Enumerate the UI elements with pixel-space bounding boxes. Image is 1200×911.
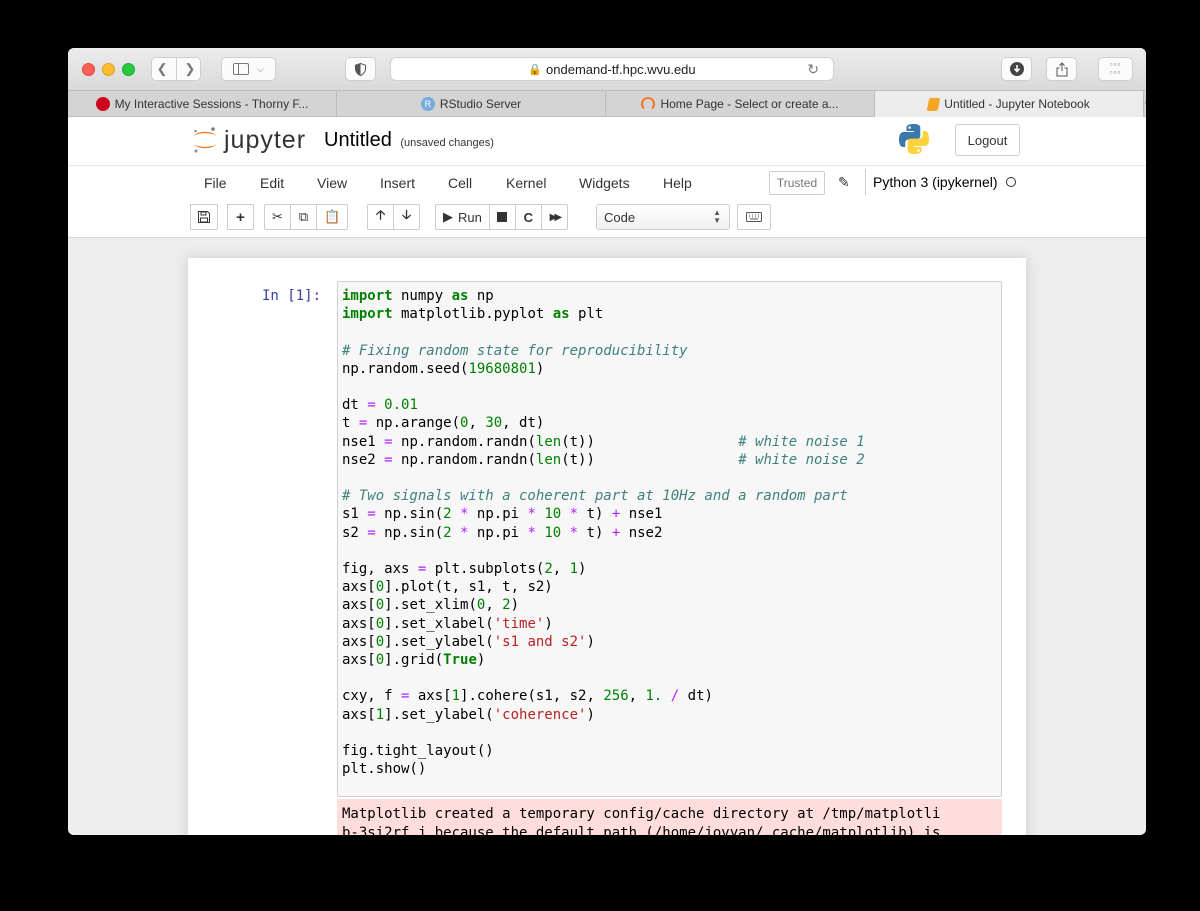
- logout-button[interactable]: Logout: [955, 124, 1020, 156]
- share-button[interactable]: [1046, 57, 1077, 81]
- browser-tab-home[interactable]: Home Page - Select or create a...: [606, 91, 875, 117]
- menu-insert[interactable]: Insert: [380, 166, 415, 199]
- cell-type-select[interactable]: Code ▲ ▼: [596, 204, 730, 230]
- python-logo-icon: [899, 124, 929, 154]
- minimize-window-button[interactable]: [102, 63, 115, 76]
- browser-tab-label: RStudio Server: [439, 97, 522, 111]
- shield-icon: [355, 62, 366, 76]
- run-label: Run: [458, 209, 482, 225]
- privacy-report-button[interactable]: [345, 57, 376, 81]
- keyboard-icon: [746, 212, 762, 222]
- stop-icon: [497, 212, 508, 222]
- share-icon: [1056, 61, 1067, 76]
- paste-button[interactable]: 📋: [316, 204, 349, 230]
- notebook-toolbar: + ✂ ⧉ 📋 🡡 🡣 ▶ Run C ▶▶ Code ▲ ▼: [68, 198, 1146, 238]
- restart-button[interactable]: C: [514, 204, 542, 230]
- notebook-title[interactable]: Untitled (unsaved changes): [324, 129, 494, 152]
- jupyter-header: jupyter Untitled (unsaved changes) Logou…: [68, 117, 1146, 165]
- browser-tab-sessions[interactable]: My Interactive Sessions - Thorny F...: [68, 91, 337, 117]
- kernel-indicator: Python 3 (ipykernel): [865, 169, 1016, 195]
- arrow-down-icon: 🡣: [401, 207, 412, 222]
- browser-tab-label: My Interactive Sessions - Thorny F...: [114, 97, 309, 111]
- scissors-icon: ✂: [272, 209, 283, 224]
- ood-favicon-icon: [95, 97, 110, 111]
- browser-tab-label: Home Page - Select or create a...: [660, 97, 839, 111]
- sidebar-button[interactable]: ⌵: [221, 57, 276, 81]
- zoom-window-button[interactable]: [122, 63, 135, 76]
- notebook-name[interactable]: Untitled: [324, 129, 392, 151]
- menu-widgets[interactable]: Widgets: [579, 166, 630, 199]
- download-icon: [1009, 62, 1024, 76]
- browser-window: ❮ ❯ ⌵ 🔒 ondemand-tf.hpc.wvu.edu ↻ ▫▫▫ ▫▫▫: [68, 48, 1146, 835]
- browser-tab-label: Untitled - Jupyter Notebook: [944, 97, 1090, 111]
- page-content: jupyter Untitled (unsaved changes) Logou…: [68, 117, 1146, 835]
- grid-icon: ▫▫▫ ▫▫▫: [1109, 60, 1122, 77]
- input-prompt: In [1]:: [262, 288, 322, 304]
- menu-file[interactable]: File: [204, 166, 227, 199]
- close-window-button[interactable]: [82, 63, 95, 76]
- code-cell-input[interactable]: import numpy as np import matplotlib.pyp…: [337, 281, 1002, 797]
- move-up-button[interactable]: 🡡: [367, 204, 394, 230]
- cut-button[interactable]: ✂: [264, 204, 291, 230]
- browser-titlebar: ❮ ❯ ⌵ 🔒 ondemand-tf.hpc.wvu.edu ↻ ▫▫▫ ▫▫▫: [68, 48, 1146, 90]
- url-text: ondemand-tf.hpc.wvu.edu: [546, 61, 696, 77]
- forward-icon[interactable]: ❯: [185, 61, 196, 77]
- menu-help[interactable]: Help: [663, 166, 692, 199]
- cell-type-value: Code: [604, 209, 636, 225]
- code-editor[interactable]: import numpy as np import matplotlib.pyp…: [342, 287, 865, 778]
- menu-cell[interactable]: Cell: [448, 166, 472, 199]
- arrow-up-icon: 🡡: [375, 207, 386, 222]
- browser-tabs: My Interactive Sessions - Thorny F... R …: [68, 90, 1146, 117]
- kernel-status-icon: [1005, 177, 1016, 187]
- browser-tab-notebook[interactable]: Untitled - Jupyter Notebook: [875, 91, 1144, 117]
- copy-button[interactable]: ⧉: [290, 204, 317, 230]
- command-palette-button[interactable]: [737, 204, 771, 230]
- menu-edit[interactable]: Edit: [260, 166, 284, 199]
- restart-icon: C: [523, 209, 534, 225]
- jupyter-logo-icon: [194, 127, 216, 153]
- sidebar-icon: [233, 63, 250, 75]
- fast-forward-icon: ▶▶: [549, 211, 563, 223]
- lock-icon: 🔒: [528, 63, 543, 76]
- new-tab-button[interactable]: +: [1144, 91, 1146, 116]
- save-status: (unsaved changes): [400, 137, 494, 149]
- jupyter-favicon-icon: [641, 97, 656, 111]
- copy-icon: ⧉: [298, 209, 309, 224]
- downloads-button[interactable]: [1001, 57, 1032, 81]
- trusted-indicator[interactable]: Trusted: [769, 171, 825, 195]
- move-down-button[interactable]: 🡣: [393, 204, 420, 230]
- back-icon[interactable]: ❮: [157, 61, 168, 77]
- browser-tab-rstudio[interactable]: R RStudio Server: [337, 91, 606, 117]
- jupyter-logo[interactable]: jupyter: [192, 125, 306, 155]
- run-button[interactable]: ▶ Run: [435, 204, 490, 230]
- rstudio-favicon-icon: R: [420, 97, 435, 111]
- kernel-name: Python 3 (ipykernel): [873, 174, 998, 190]
- chevron-down-icon: ⌵: [257, 63, 264, 74]
- select-arrows-icon: ▲ ▼: [713, 208, 721, 225]
- interrupt-button[interactable]: [488, 204, 516, 230]
- stderr-line: Matplotlib created a temporary config/ca…: [342, 806, 941, 822]
- address-bar[interactable]: 🔒 ondemand-tf.hpc.wvu.edu ↻: [390, 57, 834, 81]
- tab-overview-button[interactable]: ▫▫▫ ▫▫▫: [1098, 57, 1133, 81]
- pencil-icon[interactable]: ✎: [838, 174, 850, 191]
- save-button[interactable]: [190, 204, 218, 230]
- paste-icon: 📋: [324, 209, 341, 224]
- notebook-favicon-icon: [926, 97, 941, 111]
- notebook-container: In [1]: import numpy as np import matplo…: [188, 258, 1026, 835]
- stderr-line: b-3si2rf_j because the default path (/ho…: [342, 825, 941, 835]
- plus-icon: +: [236, 208, 245, 226]
- jupyter-logo-text: jupyter: [224, 125, 307, 154]
- insert-cell-button[interactable]: +: [227, 204, 254, 230]
- stderr-output: Matplotlib created a temporary config/ca…: [337, 799, 1002, 835]
- play-icon: ▶: [443, 209, 453, 224]
- restart-run-all-button[interactable]: ▶▶: [540, 204, 568, 230]
- menu-kernel[interactable]: Kernel: [506, 166, 546, 199]
- save-icon: [198, 211, 210, 223]
- menu-view[interactable]: View: [317, 166, 347, 199]
- reload-icon[interactable]: ↻: [807, 61, 819, 78]
- back-forward-buttons[interactable]: ❮ ❯: [151, 57, 201, 81]
